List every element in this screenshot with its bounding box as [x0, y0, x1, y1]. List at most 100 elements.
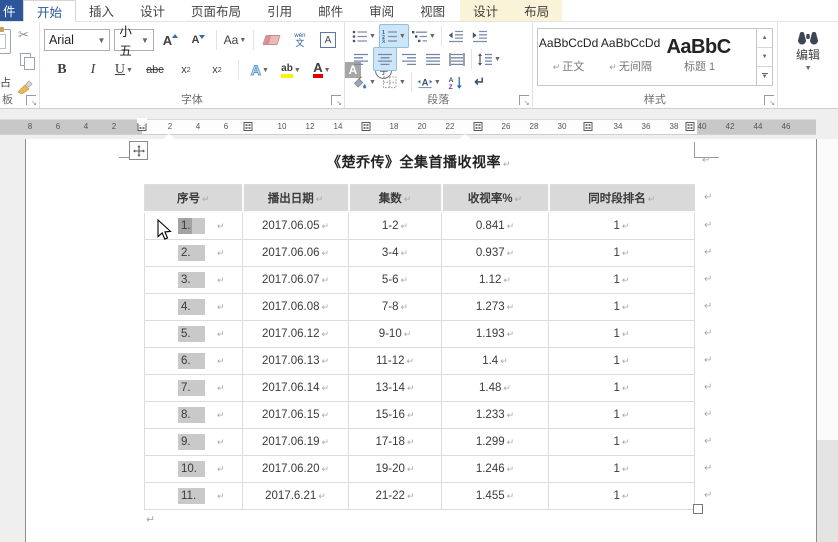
- cell-rating[interactable]: 0.937 ↵: [441, 239, 549, 267]
- cell-date[interactable]: 2017.06.06 ↵: [242, 239, 349, 267]
- editing-button[interactable]: 编辑 ▼: [782, 24, 834, 72]
- cell-rating[interactable]: 1.233 ↵: [441, 401, 549, 429]
- cell-rank[interactable]: 1 ↵: [548, 347, 695, 375]
- paste-label[interactable]: 占: [0, 74, 11, 90]
- bullet-list-button[interactable]: ▼: [349, 24, 379, 48]
- numbering-field[interactable]: 11.: [178, 488, 205, 504]
- cell-rank[interactable]: 1 ↵: [548, 428, 695, 456]
- style-item[interactable]: AaBbC 标题 1: [662, 29, 736, 85]
- numbering-field[interactable]: 3.: [178, 272, 205, 288]
- cell-episodes[interactable]: 11-12 ↵: [348, 347, 442, 375]
- cell-rating[interactable]: 1.299 ↵: [441, 428, 549, 456]
- cell-rating[interactable]: 1.273 ↵: [441, 293, 549, 321]
- cell-date[interactable]: 2017.6.21 ↵: [242, 482, 349, 510]
- table-column-marker[interactable]: [361, 122, 371, 131]
- cell-date[interactable]: 2017.06.08 ↵: [242, 293, 349, 321]
- chevron-down-icon[interactable]: ▼: [94, 36, 106, 45]
- table-column-marker[interactable]: [685, 122, 695, 131]
- column-header[interactable]: 集数 ↵: [347, 184, 442, 213]
- shrink-font-button[interactable]: A: [186, 28, 210, 52]
- cell-episodes[interactable]: 13-14 ↵: [348, 374, 442, 402]
- numbered-list-button[interactable]: 1 2 3 ▼: [378, 24, 409, 48]
- cell-rank[interactable]: 1 ↵: [548, 211, 695, 240]
- cell-episodes[interactable]: 15-16 ↵: [348, 401, 442, 429]
- decrease-indent-button[interactable]: [444, 24, 468, 48]
- subscript-button[interactable]: x2: [174, 58, 198, 82]
- text-effects-button[interactable]: A ▼: [248, 58, 272, 82]
- ratings-table[interactable]: 序号 ↵ 播出日期 ↵ 集数 ↵ 收视率% ↵ 同时段排名 ↵ 1. ↵ 2017.06.05 ↵ 1-2 ↵…: [144, 184, 695, 510]
- cell-no[interactable]: 6. ↵: [144, 347, 243, 375]
- cell-rating[interactable]: 1.48 ↵: [441, 374, 549, 402]
- numbering-field[interactable]: 8.: [178, 407, 205, 423]
- cell-episodes[interactable]: 19-20 ↵: [348, 455, 442, 483]
- column-header[interactable]: 同时段排名 ↵: [547, 184, 695, 213]
- table-column-marker[interactable]: [473, 122, 483, 131]
- numbering-field[interactable]: 7.: [178, 380, 205, 396]
- cell-episodes[interactable]: 5-6 ↵: [348, 266, 442, 294]
- cell-episodes[interactable]: 1-2 ↵: [348, 211, 442, 240]
- cell-date[interactable]: 2017.06.15 ↵: [242, 401, 349, 429]
- cell-episodes[interactable]: 17-18 ↵: [348, 428, 442, 456]
- numbering-field[interactable]: 4.: [178, 299, 205, 315]
- ribbon-tab[interactable]: 页面布局: [178, 0, 254, 21]
- cell-rank[interactable]: 1 ↵: [548, 266, 695, 294]
- ribbon-tab[interactable]: 插入: [76, 0, 127, 21]
- cell-no[interactable]: 7. ↵: [144, 374, 243, 402]
- ribbon-tab[interactable]: 设计: [127, 0, 178, 21]
- cell-episodes[interactable]: 21-22 ↵: [348, 482, 442, 510]
- cut-icon[interactable]: ✂: [18, 27, 29, 43]
- cell-date[interactable]: 2017.06.14 ↵: [242, 374, 349, 402]
- superscript-button[interactable]: x2: [205, 58, 229, 82]
- italic-button[interactable]: I: [81, 58, 105, 82]
- ribbon-tab[interactable]: 引用: [254, 0, 305, 21]
- table-resize-handle[interactable]: [693, 504, 703, 514]
- numbering-field[interactable]: 5.: [178, 326, 205, 342]
- cell-rank[interactable]: 1 ↵: [548, 455, 695, 483]
- line-spacing-button[interactable]: ▼: [474, 47, 504, 71]
- numbering-field[interactable]: 2.: [178, 245, 205, 261]
- paragraph-dialog-launcher[interactable]: [518, 95, 530, 107]
- highlight-button[interactable]: ab ▼: [279, 58, 303, 82]
- cell-date[interactable]: 2017.06.12 ↵: [242, 320, 349, 348]
- more-styles-button[interactable]: ▼: [757, 67, 772, 85]
- font-size-combobox[interactable]: 小五 ▼: [114, 25, 154, 58]
- cell-rank[interactable]: 1 ↵: [548, 374, 695, 402]
- cell-no[interactable]: 4. ↵: [144, 293, 243, 321]
- cell-rating[interactable]: 1.12 ↵: [441, 266, 549, 294]
- cell-rank[interactable]: 1 ↵: [548, 401, 695, 429]
- style-item[interactable]: AaBbCcDd ↵ 无间隔: [600, 29, 662, 85]
- cell-rating[interactable]: 1.193 ↵: [441, 320, 549, 348]
- style-item[interactable]: AaBbCcDd ↵ 正文: [538, 29, 600, 85]
- cell-rating[interactable]: 1.4 ↵: [441, 347, 549, 375]
- paste-icon[interactable]: [0, 27, 11, 54]
- ribbon-tab[interactable]: 开始: [23, 0, 77, 22]
- align-left-button[interactable]: [349, 47, 373, 71]
- ribbon-tab[interactable]: 邮件: [305, 0, 356, 21]
- ribbon-tab[interactable]: 审阅: [356, 0, 407, 21]
- document-page[interactable]: 《楚乔传》全集首播收视率 ↵ ↵ 序号 ↵ 播出日期 ↵ 集数 ↵ 收视率% ↵ 同时段排名 ↵ 1.…: [25, 139, 817, 542]
- justify-button[interactable]: [421, 47, 445, 71]
- copy-icon[interactable]: [20, 53, 35, 70]
- styles-dialog-launcher[interactable]: [764, 95, 775, 107]
- font-dialog-launcher[interactable]: [330, 95, 342, 107]
- column-header[interactable]: 收视率% ↵: [440, 184, 549, 213]
- numbering-field[interactable]: 1.: [178, 218, 205, 234]
- cell-episodes[interactable]: 3-4 ↵: [348, 239, 442, 267]
- chevron-down-icon[interactable]: ▼: [137, 36, 149, 45]
- ribbon-tab-contextual[interactable]: 布局: [511, 0, 562, 21]
- underline-button[interactable]: U ▼: [112, 58, 136, 82]
- cell-rank[interactable]: 1 ↵: [548, 320, 695, 348]
- cell-rating[interactable]: 1.455 ↵: [441, 482, 549, 510]
- cell-rank[interactable]: 1 ↵: [548, 293, 695, 321]
- file-tab[interactable]: 件: [0, 0, 23, 21]
- align-right-button[interactable]: [397, 47, 421, 71]
- cell-date[interactable]: 2017.06.13 ↵: [242, 347, 349, 375]
- column-header[interactable]: 播出日期 ↵: [241, 184, 349, 213]
- scroll-down-button[interactable]: ▼: [757, 48, 773, 67]
- change-case-button[interactable]: Aa ▼: [223, 28, 247, 52]
- cell-date[interactable]: 2017.06.05 ↵: [242, 211, 349, 240]
- scroll-up-button[interactable]: ▲: [757, 29, 773, 48]
- cell-no[interactable]: 10. ↵: [144, 455, 243, 483]
- bold-button[interactable]: B: [50, 58, 74, 82]
- cell-rank[interactable]: 1 ↵: [548, 482, 695, 510]
